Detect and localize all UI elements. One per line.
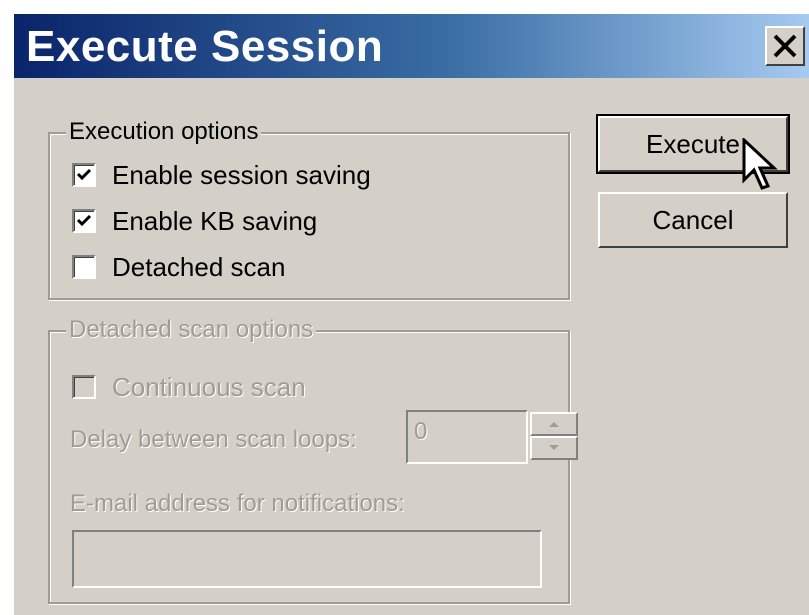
- close-icon: [773, 34, 797, 58]
- continuous-scan-checkbox[interactable]: [72, 375, 96, 399]
- detached-scan-checkbox[interactable]: [72, 255, 96, 279]
- enable-kb-saving-checkbox[interactable]: [72, 209, 96, 233]
- enable-kb-saving-label: Enable KB saving: [112, 205, 318, 236]
- enable-session-saving-label: Enable session saving: [112, 159, 371, 190]
- close-button[interactable]: [765, 26, 805, 66]
- delay-between-scan-loops-label: Delay between scan loops:: [70, 426, 357, 453]
- execution-options-legend: Execution options: [66, 118, 262, 146]
- chevron-down-icon: [549, 445, 559, 450]
- delay-input[interactable]: 0: [406, 410, 528, 464]
- detached-scan-label: Detached scan: [112, 251, 286, 282]
- mouse-pointer-icon: [742, 138, 778, 190]
- email-input[interactable]: [72, 530, 542, 588]
- spin-down-button[interactable]: [530, 436, 578, 460]
- continuous-scan-label: Continuous scan: [112, 371, 306, 402]
- title-bar[interactable]: Execute Session: [14, 14, 809, 78]
- spin-up-button[interactable]: [530, 412, 578, 436]
- execute-session-dialog: Execute Session Execution options Enable…: [12, 12, 809, 615]
- enable-kb-saving-row[interactable]: Enable KB saving: [72, 206, 317, 236]
- cancel-button-label: Cancel: [652, 204, 734, 235]
- detached-scan-options-legend: Detached scan options: [66, 316, 317, 344]
- email-notifications-label: E-mail address for notifications:: [70, 490, 405, 517]
- delay-value: 0: [414, 418, 428, 445]
- detached-scan-options-group: Detached scan options Continuous scan De…: [48, 316, 578, 604]
- execution-options-group: Execution options Enable session saving …: [48, 118, 570, 300]
- chevron-up-icon: [549, 422, 559, 427]
- checkmark-icon: [76, 168, 92, 181]
- enable-session-saving-row[interactable]: Enable session saving: [72, 160, 371, 190]
- window-title: Execute Session: [26, 22, 384, 71]
- execute-button-label: Execute: [646, 128, 740, 159]
- enable-session-saving-checkbox[interactable]: [72, 163, 96, 187]
- continuous-scan-row[interactable]: Continuous scan: [72, 372, 306, 402]
- detached-scan-row[interactable]: Detached scan: [72, 252, 285, 282]
- checkmark-icon: [76, 214, 92, 227]
- cancel-button[interactable]: Cancel: [598, 192, 788, 248]
